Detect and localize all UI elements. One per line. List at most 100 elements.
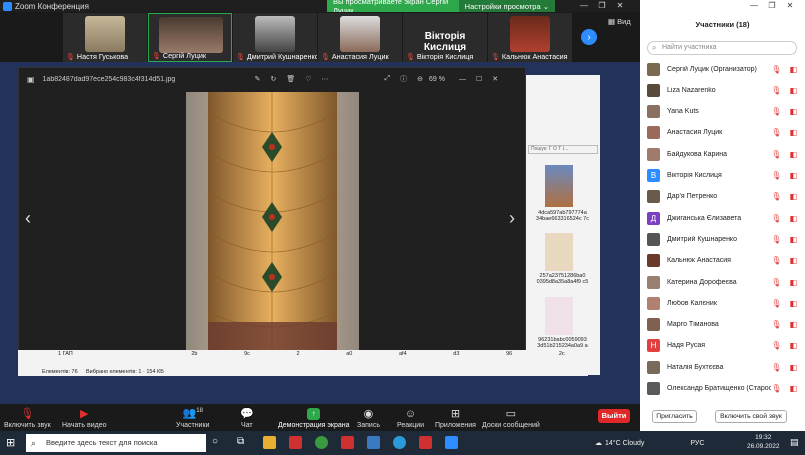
file-name[interactable]: 96231babc0059093 3d51b215234a0a9 a (535, 337, 590, 349)
unmute-self-button[interactable]: Включить свой звук (715, 410, 787, 423)
favorite-icon[interactable]: ♡ (305, 75, 311, 83)
rotate-icon[interactable]: ↻ (270, 75, 276, 83)
participant-row[interactable]: Liza Nazarenko 🎙 ◧ (640, 80, 805, 100)
participant-row[interactable]: Д Джиганська Єлизавета 🎙 ◧ (640, 208, 805, 228)
participant-row[interactable]: Дар'я Петренко 🎙 ◧ (640, 187, 805, 207)
video-tile[interactable]: 🎙 Анастасия Луцик (318, 13, 402, 62)
maximize-icon[interactable]: ☐ (476, 75, 482, 83)
participant-row[interactable]: Наталія Бухтєєва 🎙 ◧ (640, 357, 805, 377)
participant-row[interactable]: Катерина Дорофеєва 🎙 ◧ (640, 272, 805, 292)
folder-item[interactable]: 1 ГАП (58, 351, 73, 357)
close-icon[interactable]: ✕ (781, 0, 799, 12)
file-explorer-window: Пошук: Г О Т І... 4dca597ab797774a 34bae… (520, 75, 600, 375)
avatar (647, 83, 660, 97)
mic-muted-icon: 🎙 (771, 298, 782, 308)
avatar (647, 105, 660, 119)
thumbnail-label[interactable]: af4 (399, 351, 407, 357)
participant-row[interactable]: Любов Калєник 🎙 ◧ (640, 293, 805, 313)
participant-row[interactable]: В Вікторія Кислиця 🎙 ◧ (640, 166, 805, 186)
file-explorer-icon[interactable] (263, 436, 276, 449)
participant-search-input[interactable]: ⌕ Найти участника (647, 41, 797, 55)
unmute-button[interactable]: 🎙 Включить звук (4, 404, 51, 431)
apps-button[interactable]: ⊞ Приложения (435, 404, 476, 431)
video-tile[interactable]: 🎙 Дмитрий Кушнаренко (233, 13, 317, 62)
participant-row[interactable]: Олександр Братищенко (Старос... 🎙 ◧ (640, 379, 805, 399)
app-icon[interactable] (367, 436, 380, 449)
mic-muted-icon: 🎙 (771, 320, 782, 330)
thumbnail-label[interactable]: 9c (244, 351, 250, 357)
thumbnail-label[interactable]: 2c (559, 351, 565, 357)
participant-row[interactable]: Yana Kuts 🎙 ◧ (640, 102, 805, 122)
view-button[interactable]: ▦ Вид (608, 17, 631, 26)
next-image-button[interactable]: › (509, 208, 515, 229)
restore-icon[interactable]: ❐ (763, 0, 781, 12)
record-button[interactable]: ◉ Запись (357, 404, 380, 431)
zoom-icon[interactable] (445, 436, 458, 449)
acrobat-icon[interactable] (341, 436, 354, 449)
reactions-button[interactable]: ☺ Реакции (397, 404, 424, 431)
start-video-button[interactable]: ▶ Начать видео (62, 404, 106, 431)
zoom-out-icon[interactable]: ⊖ (417, 75, 423, 83)
video-strip: 🎙 Настя Гуськова 🎙 Сергій Луцик 🎙 Дмитрий К… (0, 12, 640, 62)
close-icon[interactable]: ✕ (492, 75, 498, 83)
thumbnail-label[interactable]: a0 (346, 351, 352, 357)
window-controls: — ❐ ✕ (575, 0, 629, 12)
windows-start-icon[interactable]: ⊞ (6, 436, 15, 449)
participant-row[interactable]: Дмитрий Кушнаренко 🎙 ◧ (640, 229, 805, 249)
minimize-icon[interactable]: — (575, 0, 593, 12)
edit-icon[interactable]: ✎ (255, 75, 261, 83)
participant-row[interactable]: Кальнюк Анастасия 🎙 ◧ (640, 251, 805, 271)
thumbnail-label[interactable]: d3 (453, 351, 459, 357)
app-icon[interactable] (289, 436, 302, 449)
invite-button[interactable]: Пригласить (652, 410, 697, 423)
minimize-icon[interactable]: — (745, 0, 763, 12)
taskbar-search-input[interactable]: ⌕ Введите здесь текст для поиска (26, 434, 206, 452)
cortana-icon[interactable]: ○ (212, 436, 225, 449)
chat-button[interactable]: 💬 Чат (240, 404, 254, 431)
participant-row[interactable]: Анастасия Луцик 🎙 ◧ (640, 123, 805, 143)
task-view-icon[interactable]: ⧉ (237, 436, 250, 449)
fullscreen-icon[interactable]: ⤢ (384, 75, 390, 83)
photo-image (186, 92, 359, 352)
video-tile[interactable]: 🎙 Сергій Луцик (148, 13, 232, 62)
participant-name: Байдукова Карина (667, 150, 728, 158)
file-thumbnail[interactable] (545, 233, 573, 271)
delete-icon[interactable]: 🗑 (286, 75, 295, 83)
more-icon[interactable]: ⋯ (321, 75, 328, 83)
chat-icon: 💬 (240, 408, 254, 420)
chrome-icon[interactable] (315, 436, 328, 449)
participant-row[interactable]: Н Надя Русая 🎙 ◧ (640, 336, 805, 356)
participants-button[interactable]: 👥18 Участники (176, 404, 209, 431)
language-indicator[interactable]: РУС (690, 440, 704, 447)
minimize-icon[interactable]: — (459, 76, 466, 83)
file-name[interactable]: 4dca597ab797774a 34bae663316524c 7c (535, 210, 590, 222)
info-icon[interactable]: ⓘ (400, 74, 407, 84)
previous-image-button[interactable]: ‹ (25, 208, 31, 229)
notifications-icon[interactable]: ▤ (790, 437, 799, 448)
whiteboard-button[interactable]: ▭ Доски сообщений (482, 404, 540, 431)
telegram-icon[interactable] (393, 436, 406, 449)
view-options-button[interactable]: Настройки просмотра ⌄ (458, 0, 555, 12)
video-tile[interactable]: 🎙 Настя Гуськова (63, 13, 147, 62)
pdf-icon[interactable] (419, 436, 432, 449)
explorer-search[interactable]: Пошук: Г О Т І... (528, 145, 598, 154)
participant-row[interactable]: Байдукова Карина 🎙 ◧ (640, 144, 805, 164)
share-screen-button[interactable]: ↑ Демонстрация экрана (278, 404, 350, 431)
participant-row[interactable]: Сергій Луцик (Организатор) 🎙 ◧ (640, 59, 805, 79)
leave-button[interactable]: Выйти (598, 409, 630, 423)
video-tile[interactable]: Вікторія Кислиця 🎙 Вікторія Кислиця (403, 13, 487, 62)
file-name[interactable]: 257a23751286ba0 0395d8a35a8a4f9 c5 (535, 273, 590, 285)
thumbnail-label[interactable]: 96 (506, 351, 512, 357)
video-tile[interactable]: 🎙 Кальнюк Анастасия (488, 13, 572, 62)
thumbnail-label[interactable]: 2 (297, 351, 300, 357)
participant-row[interactable]: Марго Тіманова 🎙 ◧ (640, 315, 805, 335)
next-page-button[interactable]: › (581, 29, 597, 45)
clock[interactable]: 19:32 26.09.2022 (747, 433, 780, 451)
weather-text[interactable]: 14°C Cloudy (605, 440, 644, 447)
file-thumbnail[interactable] (545, 297, 573, 335)
close-icon[interactable]: ✕ (611, 0, 629, 12)
thumbnail-label[interactable]: 2b (191, 351, 197, 357)
participant-name: Yana Kuts (667, 108, 699, 116)
file-thumbnail[interactable] (545, 165, 573, 207)
restore-icon[interactable]: ❐ (593, 0, 611, 12)
